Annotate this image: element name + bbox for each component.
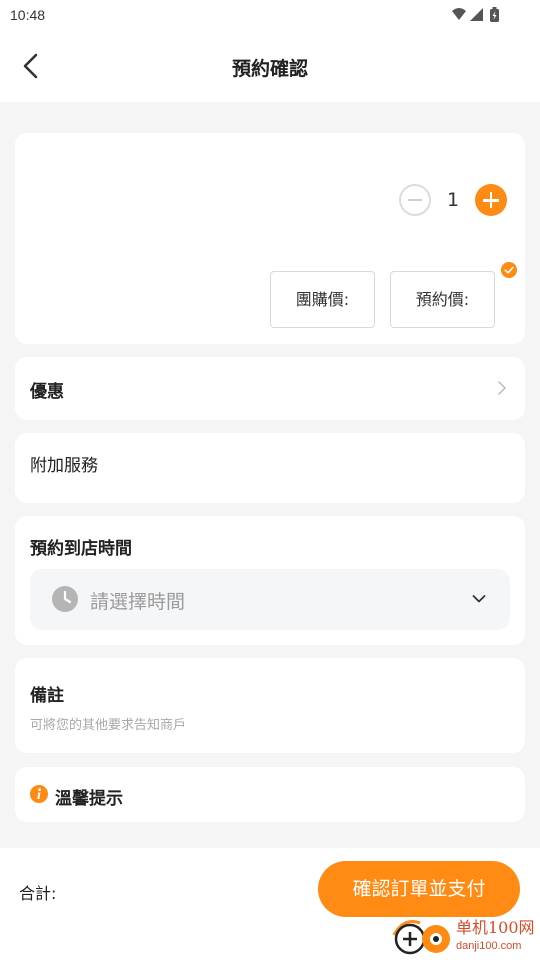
wifi-icon bbox=[452, 8, 466, 20]
battery-icon bbox=[490, 7, 499, 22]
quantity-plus-button[interactable] bbox=[475, 184, 507, 216]
watermark-logo-icon bbox=[392, 920, 450, 955]
note-label: 備註 bbox=[30, 686, 64, 706]
quantity-minus-button[interactable] bbox=[399, 184, 431, 216]
addon-service-label: 附加服務 bbox=[30, 456, 98, 476]
watermark-text: 单机100网 bbox=[456, 918, 535, 937]
group-price-option[interactable]: 團購價: bbox=[270, 271, 375, 328]
status-icons bbox=[452, 7, 499, 22]
confirm-pay-button[interactable]: 確認訂單並支付 bbox=[318, 861, 520, 917]
watermark-subtext: danji100.com bbox=[456, 940, 522, 952]
time-select[interactable]: 請選擇時間 bbox=[30, 569, 510, 630]
check-badge-icon bbox=[501, 262, 517, 278]
tips-card[interactable]: 溫馨提示 bbox=[15, 767, 525, 822]
discount-label: 優惠 bbox=[30, 382, 64, 402]
total-label: 合計: bbox=[19, 884, 57, 903]
status-time: 10:48 bbox=[10, 7, 46, 23]
time-placeholder: 請選擇時間 bbox=[90, 591, 186, 613]
tips-label: 溫馨提示 bbox=[55, 789, 123, 809]
signal-icon bbox=[470, 8, 483, 21]
product-card: 1 團購價: 預約價: bbox=[15, 133, 525, 344]
reserve-price-option[interactable]: 預約價: bbox=[390, 271, 495, 328]
status-bar: 10:48 bbox=[0, 0, 540, 32]
arrival-time-card: 預約到店時間 請選擇時間 bbox=[15, 516, 525, 645]
nav-bar: 預約確認 bbox=[0, 32, 540, 102]
quantity-value: 1 bbox=[446, 189, 460, 211]
clock-icon bbox=[52, 586, 78, 612]
note-card: 備註 bbox=[15, 658, 525, 753]
discount-row[interactable]: 優惠 bbox=[15, 357, 525, 420]
arrival-time-label: 預約到店時間 bbox=[30, 539, 132, 559]
page-title: 預約確認 bbox=[231, 58, 308, 80]
note-input[interactable] bbox=[30, 715, 500, 735]
info-icon bbox=[30, 785, 48, 803]
chevron-right-icon bbox=[498, 381, 507, 395]
bottom-bar: 合計: 確認訂單並支付 单机100网 danji100.com bbox=[0, 848, 540, 960]
chevron-down-icon bbox=[472, 595, 486, 603]
addon-service-card: 附加服務 bbox=[15, 433, 525, 503]
